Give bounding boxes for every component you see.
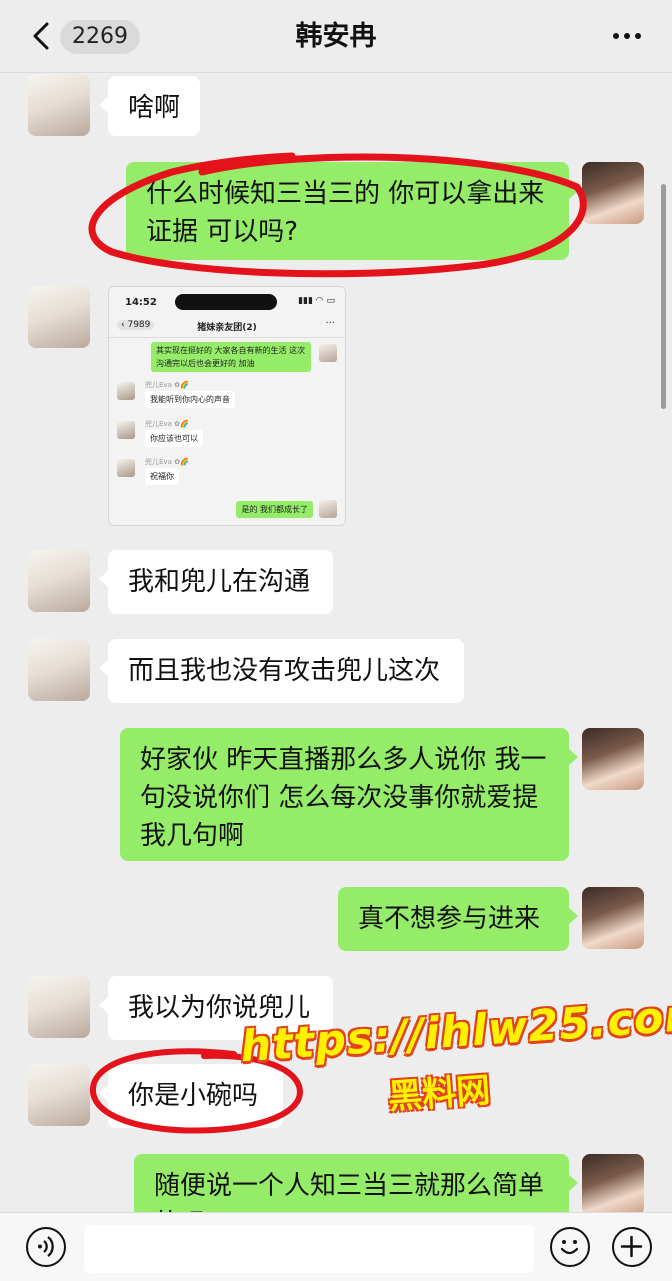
screenshot-group-title: 猪妹亲友团(2) (197, 323, 257, 333)
emoji-icon[interactable] (550, 1227, 590, 1267)
red-circle-annotation (88, 152, 587, 278)
plus-icon[interactable] (612, 1227, 652, 1267)
top-navigation-bar: 2269 韩安冉 (0, 0, 672, 73)
screenshot-bubble: 是的 我们都成长了 (236, 501, 313, 518)
dynamic-island (175, 294, 277, 310)
contact-avatar[interactable] (28, 74, 90, 136)
my-avatar[interactable] (582, 1154, 644, 1212)
message-bubble-incoming[interactable]: 我和兜儿在沟通 (99, 550, 333, 614)
contact-avatar[interactable] (28, 976, 90, 1038)
screenshot-avatar (319, 344, 337, 362)
contact-avatar[interactable] (28, 1064, 90, 1126)
chat-title: 韩安冉 (295, 21, 377, 52)
my-avatar[interactable] (582, 728, 644, 790)
screenshot-avatar (117, 382, 135, 400)
status-icons: ▮▮▮ ◠ ▭ (298, 296, 335, 306)
more-options-icon[interactable] (612, 28, 642, 44)
screenshot-bubble: 祝福你 (145, 468, 179, 485)
message-input[interactable] (84, 1225, 534, 1273)
my-avatar[interactable] (582, 887, 644, 949)
screenshot-bubble: 其实现在挺好的 大家各自有新的生活 这次沟通完以后也会更好的 加油 (151, 342, 311, 372)
screenshot-sender-name: 兜儿Eva ✿🌈 (145, 420, 189, 428)
screenshot-more-icon: ··· (325, 318, 335, 329)
message-bubble-outgoing[interactable]: 好家伙 昨天直播那么多人说你 我一句没说你们 怎么每次没事你就爱提我几句啊 (120, 728, 578, 861)
watermark-site-name: 黑料网 (386, 1070, 492, 1118)
screenshot-avatar (319, 500, 337, 518)
message-input-bar (0, 1212, 672, 1281)
contact-avatar[interactable] (28, 286, 90, 348)
screenshot-avatar (117, 421, 135, 439)
voice-icon[interactable] (26, 1227, 66, 1267)
scrollbar[interactable] (661, 184, 666, 409)
message-bubble-incoming[interactable]: 而且我也没有攻击兜儿这次 (99, 639, 464, 703)
message-bubble-outgoing[interactable]: 随便说一个人知三当三就那么简单的吗 (134, 1154, 578, 1212)
screenshot-sender-name: 兜儿Eva ✿🌈 (145, 381, 189, 389)
screenshot-avatar (117, 459, 135, 477)
screenshot-bubble: 你应该也可以 (145, 430, 203, 447)
screenshot-bubble: 我能听到你内心的声音 (145, 391, 235, 408)
contact-avatar[interactable] (28, 639, 90, 701)
contact-avatar[interactable] (28, 550, 90, 612)
divider (109, 337, 345, 338)
message-bubble-incoming[interactable]: 啥啊 (99, 76, 200, 136)
message-bubble-outgoing[interactable]: 真不想参与进来 (338, 887, 578, 951)
screenshot-sender-name: 兜儿Eva ✿🌈 (145, 458, 189, 466)
screenshot-time: 14:52 (125, 297, 157, 308)
chat-screenshot-image[interactable]: 14:52 ▮▮▮ ◠ ▭ ‹ 7989 猪妹亲友团(2) ··· 其实现在挺好… (108, 286, 346, 526)
